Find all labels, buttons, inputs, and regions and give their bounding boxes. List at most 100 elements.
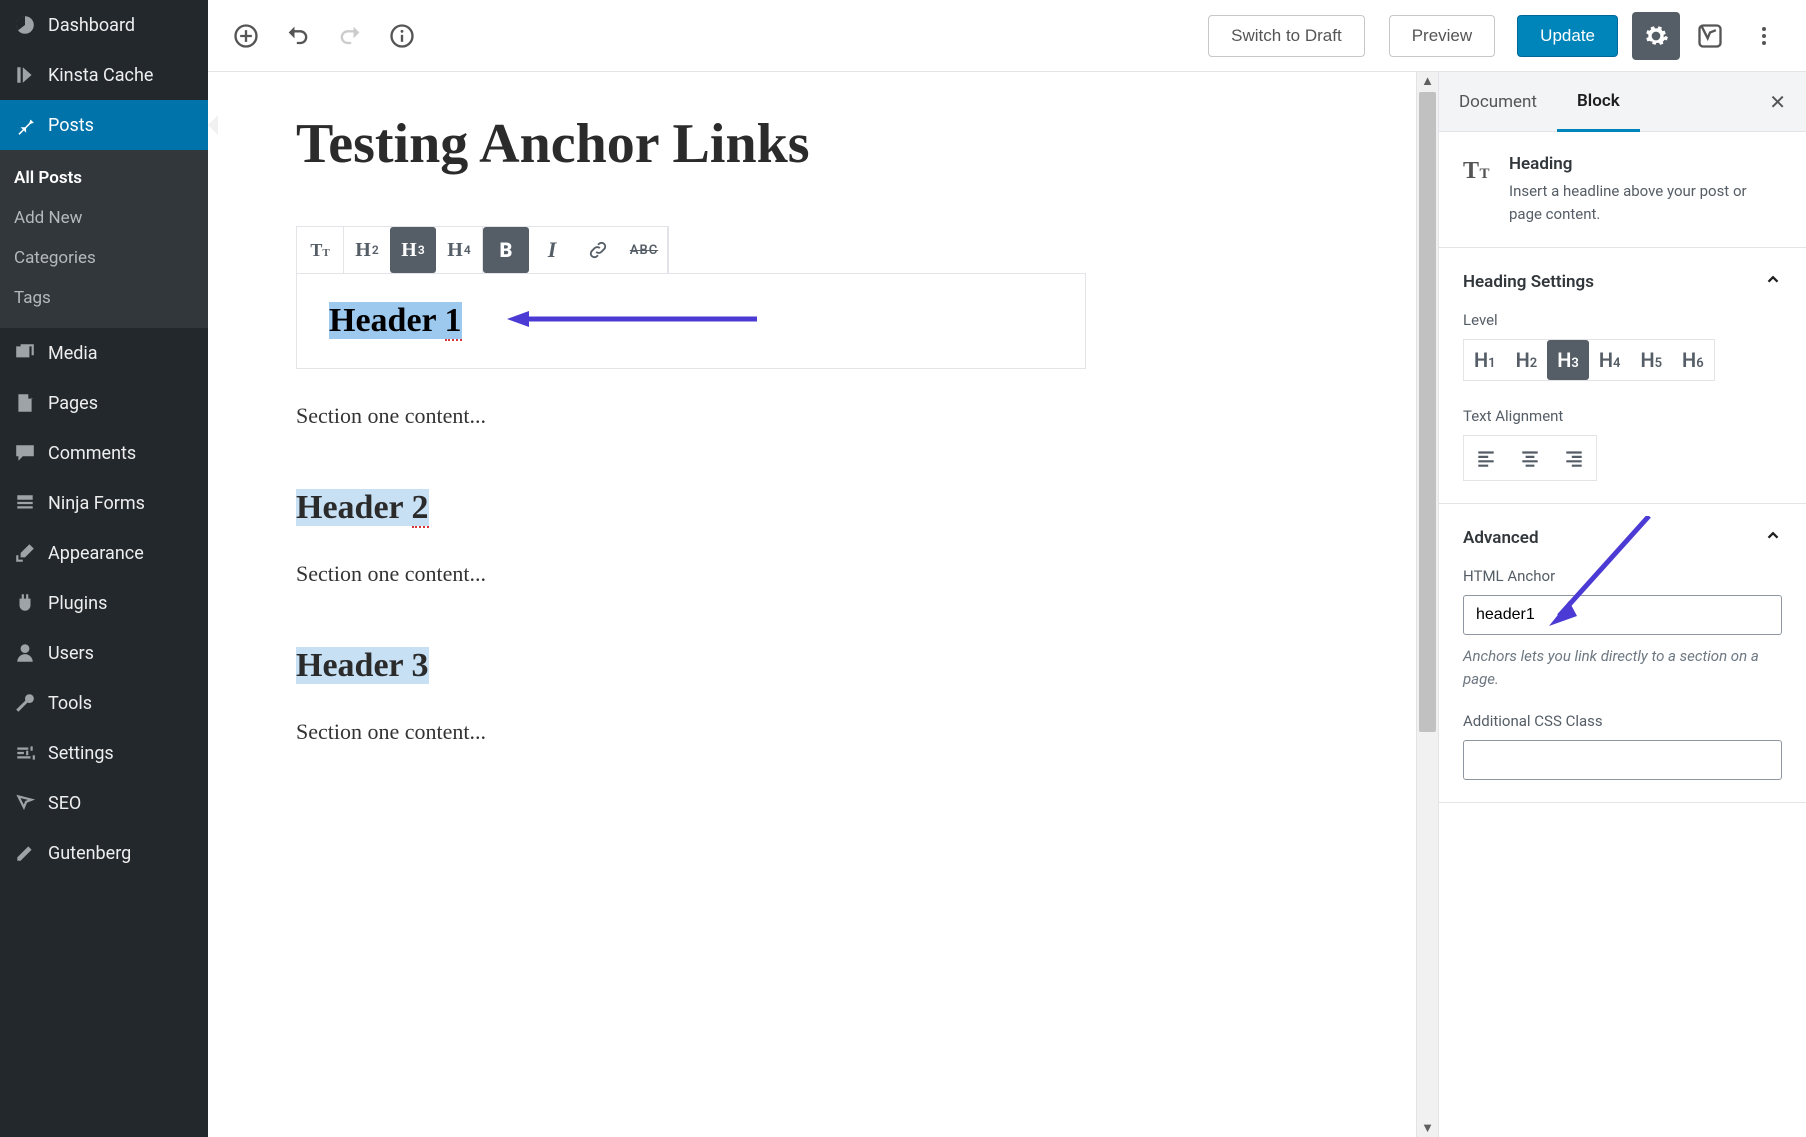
undo-button[interactable]	[278, 16, 318, 56]
anchor-input[interactable]	[1463, 595, 1782, 635]
scroll-down-icon[interactable]: ▼	[1417, 1119, 1438, 1137]
editor-scrollbar[interactable]: ▲ ▼	[1416, 72, 1438, 1137]
svg-text:T: T	[1463, 158, 1479, 184]
submenu-item-add-new[interactable]: Add New	[0, 198, 208, 238]
svg-text:T: T	[1480, 166, 1490, 182]
sidebar-item-pages[interactable]: Pages	[0, 378, 208, 428]
level-h4-button[interactable]: H4	[1589, 340, 1631, 380]
post-title[interactable]: Testing Anchor Links	[296, 112, 1086, 176]
align-center-button[interactable]	[1508, 436, 1552, 480]
block-type-title: Heading	[1509, 154, 1782, 174]
submenu-item-all-posts[interactable]: All Posts	[0, 158, 208, 198]
sidebar-item-plugins[interactable]: Plugins	[0, 578, 208, 628]
align-right-button[interactable]	[1552, 436, 1596, 480]
link-button[interactable]	[575, 227, 621, 273]
css-class-label: Additional CSS Class	[1463, 712, 1782, 730]
sidebar-item-gutenberg[interactable]: Gutenberg	[0, 828, 208, 878]
sidebar-item-label: Plugins	[48, 593, 107, 614]
sidebar-item-ninja-forms[interactable]: Ninja Forms	[0, 478, 208, 528]
paragraph-block[interactable]: Section one content...	[296, 719, 1086, 745]
sidebar-item-label: Dashboard	[48, 15, 135, 36]
level-h6-button[interactable]: H6	[1672, 340, 1714, 380]
kinsta-icon	[14, 64, 36, 86]
sidebar-item-label: Appearance	[48, 543, 144, 564]
sidebar-item-label: Users	[48, 643, 94, 664]
bold-button[interactable]: B	[483, 227, 529, 273]
level-h4-button[interactable]: H4	[436, 227, 482, 273]
annotation-arrow-icon	[507, 309, 757, 329]
align-left-button[interactable]	[1464, 436, 1508, 480]
panel-title: Heading Settings	[1463, 272, 1594, 292]
strikethrough-button[interactable]: ABC	[621, 227, 667, 273]
level-h1-button[interactable]: H1	[1464, 340, 1506, 380]
scroll-thumb[interactable]	[1419, 92, 1436, 732]
pin-icon	[14, 114, 36, 136]
level-h2-button[interactable]: H2	[344, 227, 390, 273]
heading-text[interactable]: Header 1	[329, 302, 462, 339]
sidebar-item-label: Settings	[48, 743, 114, 764]
sidebar-item-seo[interactable]: SEO	[0, 778, 208, 828]
paragraph-block[interactable]: Section one content...	[296, 403, 1086, 429]
paragraph-block[interactable]: Section one content...	[296, 561, 1086, 587]
sidebar-item-label: Ninja Forms	[48, 493, 145, 514]
media-icon	[14, 342, 36, 364]
submenu-item-tags[interactable]: Tags	[0, 278, 208, 318]
block-type-description: Insert a headline above your post or pag…	[1509, 180, 1782, 225]
heading-icon: TT	[1463, 154, 1493, 184]
sidebar-item-posts[interactable]: Posts	[0, 100, 208, 150]
tab-block[interactable]: Block	[1557, 73, 1640, 132]
gutenberg-icon	[14, 842, 36, 864]
tab-document[interactable]: Document	[1439, 74, 1557, 130]
sidebar-item-comments[interactable]: Comments	[0, 428, 208, 478]
italic-button[interactable]: I	[529, 227, 575, 273]
sidebar-item-label: Media	[48, 343, 98, 364]
add-block-button[interactable]	[226, 16, 266, 56]
level-h5-button[interactable]: H5	[1630, 340, 1672, 380]
yoast-button[interactable]	[1686, 12, 1734, 60]
level-h2-button[interactable]: H2	[1506, 340, 1548, 380]
sidebar-item-appearance[interactable]: Appearance	[0, 528, 208, 578]
level-h3-button[interactable]: H3	[1547, 340, 1589, 380]
editor-canvas[interactable]: Testing Anchor Links TT H2 H3 H4 B I	[208, 72, 1416, 1137]
heading-block[interactable]: Header 3	[296, 647, 1086, 685]
level-h3-button[interactable]: H3	[390, 227, 436, 273]
settings-button[interactable]	[1632, 12, 1680, 60]
panel-title: Advanced	[1463, 528, 1539, 548]
alignment-buttons	[1463, 435, 1597, 481]
close-inspector-button[interactable]: ✕	[1749, 90, 1806, 114]
sidebar-item-label: Comments	[48, 443, 136, 464]
switch-to-draft-button[interactable]: Switch to Draft	[1208, 15, 1365, 57]
css-class-input[interactable]	[1463, 740, 1782, 780]
sidebar-item-label: Kinsta Cache	[48, 65, 153, 86]
sidebar-item-media[interactable]: Media	[0, 328, 208, 378]
sidebar-item-settings[interactable]: Settings	[0, 728, 208, 778]
level-label: Level	[1463, 311, 1782, 329]
sidebar-item-kinsta-cache[interactable]: Kinsta Cache	[0, 50, 208, 100]
block-toolbar: TT H2 H3 H4 B I ABC	[296, 226, 669, 274]
heading-block[interactable]: Header 1	[296, 273, 1086, 369]
heading-settings-toggle[interactable]: Heading Settings	[1463, 270, 1782, 293]
preview-button[interactable]: Preview	[1389, 15, 1495, 57]
scroll-up-icon[interactable]: ▲	[1417, 72, 1438, 90]
heading-block[interactable]: Header 2	[296, 489, 1086, 527]
update-button[interactable]: Update	[1517, 15, 1618, 57]
more-options-button[interactable]	[1740, 12, 1788, 60]
sidebar-item-label: Pages	[48, 393, 98, 414]
editor-topbar: Switch to Draft Preview Update	[208, 0, 1806, 72]
sidebar-submenu: All Posts Add New Categories Tags	[0, 150, 208, 328]
align-label: Text Alignment	[1463, 407, 1782, 425]
sidebar-item-tools[interactable]: Tools	[0, 678, 208, 728]
comments-icon	[14, 442, 36, 464]
wrench-icon	[14, 692, 36, 714]
sidebar-item-users[interactable]: Users	[0, 628, 208, 678]
anchor-help-text: Anchors lets you link directly to a sect…	[1463, 645, 1782, 690]
sidebar-item-dashboard[interactable]: Dashboard	[0, 0, 208, 50]
block-type-button[interactable]: TT	[297, 227, 343, 273]
info-button[interactable]	[382, 16, 422, 56]
advanced-toggle[interactable]: Advanced	[1463, 526, 1782, 549]
submenu-item-categories[interactable]: Categories	[0, 238, 208, 278]
chevron-up-icon	[1764, 526, 1782, 549]
user-icon	[14, 642, 36, 664]
redo-button[interactable]	[330, 16, 370, 56]
sliders-icon	[14, 742, 36, 764]
